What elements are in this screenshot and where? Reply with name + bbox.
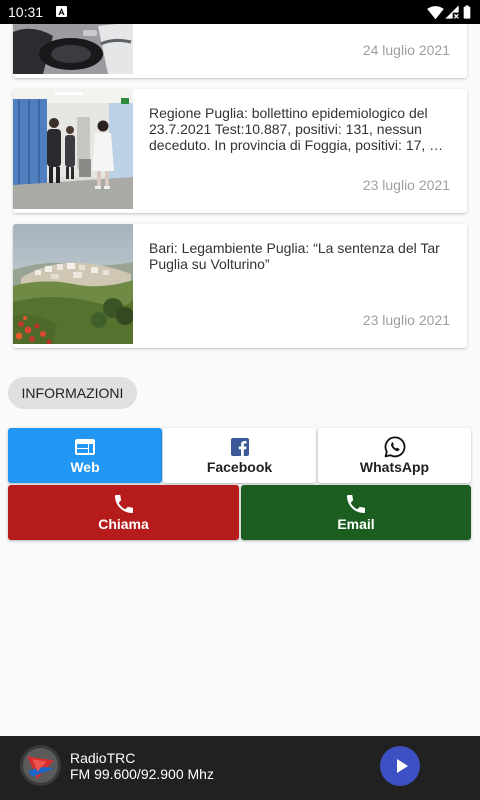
radiotrc-logo-icon [20, 745, 61, 786]
email-button-label: Email [337, 516, 375, 532]
call-button[interactable]: Chiama [8, 485, 239, 540]
wifi-icon [427, 6, 444, 20]
radio-player-bar: RadioTRC FM 99.600/92.900 Mhz [0, 736, 480, 800]
phone-icon [347, 495, 365, 513]
article-thumbnail [13, 89, 133, 209]
article-date: 24 luglio 2021 [362, 42, 450, 58]
facebook-icon [230, 438, 249, 456]
status-bar: 10:31 [0, 0, 480, 24]
web-icon [75, 439, 95, 455]
phone-icon [114, 495, 133, 513]
facebook-button-label: Facebook [206, 459, 273, 475]
station-name: RadioTRC [70, 750, 136, 766]
web-button[interactable]: Web [8, 428, 162, 483]
info-section-chip: INFORMAZIONI [8, 377, 137, 409]
web-button-label: Web [70, 459, 100, 475]
article-card[interactable]: Regione Puglia: bollettino epidemiologic… [13, 89, 467, 213]
status-time: 10:31 [8, 4, 44, 20]
play-button[interactable] [380, 746, 420, 786]
email-button[interactable]: Email [241, 485, 471, 540]
article-thumbnail [13, 224, 133, 344]
call-button-label: Chiama [98, 516, 149, 532]
whatsapp-button-label: WhatsApp [359, 459, 430, 475]
play-icon [397, 759, 408, 773]
article-date: 23 luglio 2021 [362, 177, 450, 193]
signal-icon [445, 5, 459, 19]
station-frequency: FM 99.600/92.900 Mhz [70, 766, 214, 782]
battery-icon [463, 5, 471, 19]
article-date: 23 luglio 2021 [362, 312, 450, 328]
article-title: Regione Puglia: bollettino epidemiologic… [149, 105, 444, 153]
facebook-button[interactable]: Facebook [163, 428, 316, 483]
article-title: Bari: Legambiente Puglia: “La sentenza d… [149, 240, 440, 272]
article-card[interactable]: Bari: Legambiente Puglia: “La sentenza d… [13, 224, 467, 348]
whatsapp-icon [384, 436, 405, 458]
whatsapp-button[interactable]: WhatsApp [318, 428, 471, 483]
news-feed[interactable]: 24 luglio 2021 Regione Puglia: bollettin… [0, 0, 480, 736]
notification-icon [56, 6, 67, 17]
